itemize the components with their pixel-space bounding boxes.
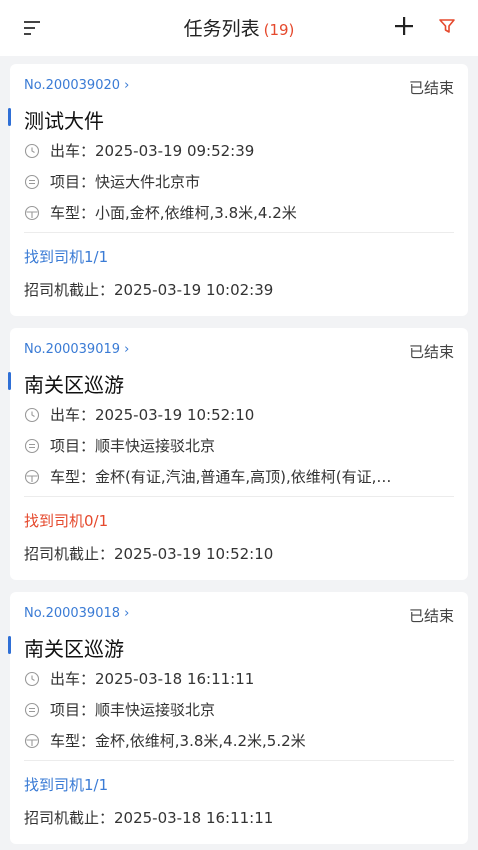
- vehicle-row: 车型：金杯,依维柯,3.8米,4.2米,5.2米: [24, 730, 444, 751]
- steering-wheel-icon: [24, 733, 40, 748]
- task-number-link[interactable]: No.200039019 ›: [24, 342, 129, 357]
- page-title-text: 任务列表: [183, 18, 260, 40]
- divider: [24, 232, 454, 233]
- task-title: 南关区巡游: [24, 373, 124, 397]
- drivers-found: 找到司机0/1: [24, 512, 109, 530]
- project-name: 项目：顺丰快运接驳北京: [50, 437, 216, 455]
- vehicle-types: 车型：金杯(有证,汽油,普通车,高顶),依维柯(有证,…: [50, 468, 392, 486]
- steering-wheel-icon: [24, 469, 40, 484]
- departure-row: 出车：2025-03-18 16:11:11: [24, 668, 444, 689]
- recruit-deadline: 招司机截止：2025-03-18 16:11:11: [24, 809, 274, 827]
- drivers-found: 找到司机1/1: [24, 248, 109, 266]
- add-icon[interactable]: [393, 15, 415, 37]
- recruit-deadline: 招司机截止：2025-03-19 10:52:10: [24, 545, 274, 563]
- project-row: 项目：顺丰快运接驳北京: [24, 699, 444, 720]
- status-label: 已结束: [408, 343, 454, 361]
- list-icon: [24, 702, 40, 717]
- top-bar: 任务列表 (19): [0, 0, 478, 56]
- status-label: 已结束: [408, 79, 454, 97]
- departure-row: 出车：2025-03-19 09:52:39: [24, 140, 444, 161]
- task-number-link[interactable]: No.200039018 ›: [24, 606, 129, 621]
- clock-icon: [24, 143, 40, 158]
- project-name: 项目：顺丰快运接驳北京: [50, 701, 216, 719]
- clock-icon: [24, 671, 40, 686]
- title-marker: [8, 372, 11, 390]
- task-card[interactable]: No.200039018 › 已结束 南关区巡游 出车：2025-03-18 1…: [8, 592, 468, 844]
- departure-time: 出车：2025-03-18 16:11:11: [50, 670, 255, 688]
- departure-time: 出车：2025-03-19 09:52:39: [50, 142, 255, 160]
- filter-icon[interactable]: [438, 17, 456, 35]
- steering-wheel-icon: [24, 205, 40, 220]
- divider: [24, 760, 454, 761]
- vehicle-types: 车型：小面,金杯,依维柯,3.8米,4.2米: [50, 204, 297, 222]
- task-card[interactable]: No.200039020 › 已结束 测试大件 出车：2025-03-19 09…: [8, 64, 468, 316]
- departure-row: 出车：2025-03-19 10:52:10: [24, 404, 444, 425]
- task-card[interactable]: No.200039019 › 已结束 南关区巡游 出车：2025-03-19 1…: [8, 328, 468, 580]
- title-marker: [8, 108, 11, 126]
- project-row: 项目：顺丰快运接驳北京: [24, 435, 444, 456]
- list-icon: [24, 438, 40, 453]
- project-name: 项目：快运大件北京市: [50, 173, 201, 191]
- vehicle-row: 车型：小面,金杯,依维柯,3.8米,4.2米: [24, 202, 444, 223]
- list-icon: [24, 174, 40, 189]
- departure-time: 出车：2025-03-19 10:52:10: [50, 406, 255, 424]
- vehicle-row: 车型：金杯(有证,汽油,普通车,高顶),依维柯(有证,…: [24, 466, 444, 487]
- project-row: 项目：快运大件北京市: [24, 171, 444, 192]
- vehicle-types: 车型：金杯,依维柯,3.8米,4.2米,5.2米: [50, 732, 306, 750]
- task-count: (19): [263, 21, 295, 39]
- divider: [24, 496, 454, 497]
- task-title: 南关区巡游: [24, 637, 124, 661]
- drivers-found: 找到司机1/1: [24, 776, 109, 794]
- status-label: 已结束: [408, 607, 454, 625]
- task-title: 测试大件: [24, 109, 104, 133]
- recruit-deadline: 招司机截止：2025-03-19 10:02:39: [24, 281, 274, 299]
- title-marker: [8, 636, 11, 654]
- clock-icon: [24, 407, 40, 422]
- task-number-link[interactable]: No.200039020 ›: [24, 78, 129, 93]
